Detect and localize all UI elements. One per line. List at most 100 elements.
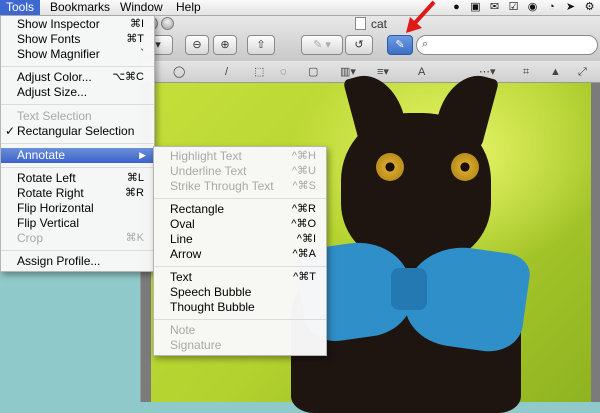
menu-separator <box>154 198 326 199</box>
menu-item-label: Oval <box>170 217 195 231</box>
menu-item-rectangular-selection[interactable]: ✓ Rectangular Selection <box>1 124 154 139</box>
menu-window[interactable]: Window <box>114 0 169 15</box>
menu-bookmarks[interactable]: Bookmarks <box>44 0 116 15</box>
submenu-item-signature[interactable]: Signature <box>154 338 326 353</box>
menu-item-show-magnifier[interactable]: Show Magnifier ` <box>1 47 154 62</box>
menu-item-rotate-left[interactable]: Rotate Left ⌘L <box>1 171 154 186</box>
gear-icon[interactable]: ⚙ <box>583 1 596 14</box>
menu-item-label: Show Inspector <box>17 17 100 31</box>
menu-item-label: Highlight Text <box>170 149 242 163</box>
cat-eye-left <box>376 153 404 181</box>
menu-item-label: Thought Bubble <box>170 300 255 314</box>
menu-item-shortcut: ⌘L <box>126 172 144 184</box>
zoom-in-icon[interactable]: ⊕ <box>213 35 237 55</box>
window-title: cat <box>371 17 388 31</box>
menu-item-label: Signature <box>170 338 222 352</box>
menu-item-label: Flip Horizontal <box>17 201 94 215</box>
menu-item-show-inspector[interactable]: Show Inspector ⌘I <box>1 17 154 32</box>
menu-separator <box>1 104 154 105</box>
submenu-item-speech-bubble[interactable]: Speech Bubble <box>154 285 326 300</box>
line-style-icon[interactable]: ≡▾ <box>377 65 389 79</box>
mail-icon[interactable]: ✉ <box>488 1 501 14</box>
fullscreen-icon[interactable]: ⤢ <box>578 65 587 79</box>
menu-item-label: Assign Profile... <box>17 254 101 268</box>
submenu-item-text[interactable]: Text ^⌘T <box>154 270 326 285</box>
menu-item-shortcut: ^⌘I <box>296 233 316 245</box>
submenu-item-arrow[interactable]: Arrow ^⌘A <box>154 247 326 262</box>
menu-bar: Tools Bookmarks Window Help ● ▣ ✉ ☑ ◉ ◔ … <box>0 0 600 16</box>
menu-item-label: Rotate Left <box>17 171 76 185</box>
menu-item-shortcut: ^⌘U <box>291 165 316 177</box>
menu-item-adjust-color[interactable]: Adjust Color... ⌥⌘C <box>1 70 154 85</box>
menu-item-adjust-size[interactable]: Adjust Size... <box>1 85 154 100</box>
submenu-item-thought-bubble[interactable]: Thought Bubble <box>154 300 326 315</box>
menu-item-label: Show Magnifier <box>17 47 100 61</box>
menu-item-shortcut: ⌥⌘C <box>112 71 144 83</box>
zoom-out-icon[interactable]: ⊖ <box>185 35 209 55</box>
menu-separator <box>1 250 154 251</box>
menu-item-annotate[interactable]: Annotate ▶ <box>1 148 154 163</box>
menu-item-label: Strike Through Text <box>170 179 274 193</box>
menu-separator <box>1 143 154 144</box>
menu-item-label: Text Selection <box>17 109 92 123</box>
adjust-icon[interactable]: ▲ <box>550 65 561 79</box>
dashboard-icon[interactable]: ◉ <box>526 1 539 14</box>
menu-item-label: Note <box>170 323 196 337</box>
menu-item-shortcut: ^⌘T <box>293 271 316 283</box>
tools-menu-dropdown: Show Inspector ⌘I Show Fonts ⌘T Show Mag… <box>0 15 155 272</box>
submenu-item-highlight-text[interactable]: Highlight Text ^⌘H <box>154 149 326 164</box>
menu-item-shortcut: ^⌘R <box>291 203 316 215</box>
menu-item-flip-horizontal[interactable]: Flip Horizontal <box>1 201 154 216</box>
menu-item-label: Show Fonts <box>17 32 81 46</box>
note-tool-icon[interactable]: ▢ <box>308 65 318 79</box>
menu-item-label: Underline Text <box>170 164 247 178</box>
markup-pen-icon[interactable]: ✎ ▾ <box>301 35 343 55</box>
share-icon[interactable]: ⇧ <box>247 35 275 55</box>
window-titlebar: cat ▾ ⊖ ⊕ ⇧ ✎ ▾ ↺ ✎ ⌕ <box>141 15 600 61</box>
crop-icon[interactable]: ⌗ <box>523 65 529 79</box>
menu-item-shortcut: ` <box>140 48 144 60</box>
cursor-icon[interactable]: ➤ <box>564 1 577 14</box>
menu-item-label: Rectangular Selection <box>17 124 135 138</box>
line-tool-icon[interactable]: / <box>225 65 228 79</box>
keyboard-icon[interactable]: ▣ <box>469 1 482 14</box>
crop-select-icon[interactable]: ⬚ <box>254 65 264 79</box>
menu-item-label: Rotate Right <box>17 186 84 200</box>
menu-tools[interactable]: Tools <box>0 0 41 15</box>
speech-bubble-tool-icon[interactable]: ◌ <box>280 65 287 79</box>
bowtie-knot <box>391 268 427 310</box>
checkbox-icon[interactable]: ☑ <box>507 1 520 14</box>
edit-toolbar-icon[interactable]: ✎ <box>387 35 413 55</box>
rotate-icon[interactable]: ↺ <box>345 35 373 55</box>
submenu-item-note[interactable]: Note <box>154 323 326 338</box>
checkmark-icon: ✓ <box>5 124 16 138</box>
submenu-item-oval[interactable]: Oval ^⌘O <box>154 217 326 232</box>
menu-item-shortcut: ^⌘S <box>292 180 317 192</box>
menu-item-label: Rectangle <box>170 202 225 216</box>
submenu-item-line[interactable]: Line ^⌘I <box>154 232 326 247</box>
text-style-icon[interactable]: A <box>418 65 425 79</box>
menu-item-label: Speech Bubble <box>170 285 252 299</box>
menu-item-label: Adjust Size... <box>17 85 88 99</box>
wifi-icon[interactable]: ◔ <box>545 1 558 14</box>
cat-eye-right <box>451 153 479 181</box>
menu-item-rotate-right[interactable]: Rotate Right ⌘R <box>1 186 154 201</box>
speech-bubble-icon[interactable]: ● <box>450 1 463 14</box>
menu-item-shortcut: ^⌘O <box>291 218 316 230</box>
menu-item-assign-profile[interactable]: Assign Profile... <box>1 254 154 269</box>
menu-item-text-selection[interactable]: Text Selection <box>1 109 154 124</box>
menu-item-shortcut: ⌘K <box>125 232 144 244</box>
menu-item-crop[interactable]: Crop ⌘K <box>1 231 154 246</box>
menu-item-flip-vertical[interactable]: Flip Vertical <box>1 216 154 231</box>
menu-item-shortcut: ⌘R <box>125 187 144 199</box>
document-icon <box>355 17 366 30</box>
submenu-item-strike-through-text[interactable]: Strike Through Text ^⌘S <box>154 179 326 194</box>
search-field[interactable]: ⌕ <box>416 35 598 55</box>
submenu-item-rectangle[interactable]: Rectangle ^⌘R <box>154 202 326 217</box>
zoom-button[interactable] <box>161 17 174 30</box>
menu-item-label: Crop <box>17 231 44 245</box>
menu-item-show-fonts[interactable]: Show Fonts ⌘T <box>1 32 154 47</box>
submenu-item-underline-text[interactable]: Underline Text ^⌘U <box>154 164 326 179</box>
menu-help[interactable]: Help <box>170 0 207 15</box>
oval-tool-icon[interactable]: ◯ <box>173 65 185 79</box>
